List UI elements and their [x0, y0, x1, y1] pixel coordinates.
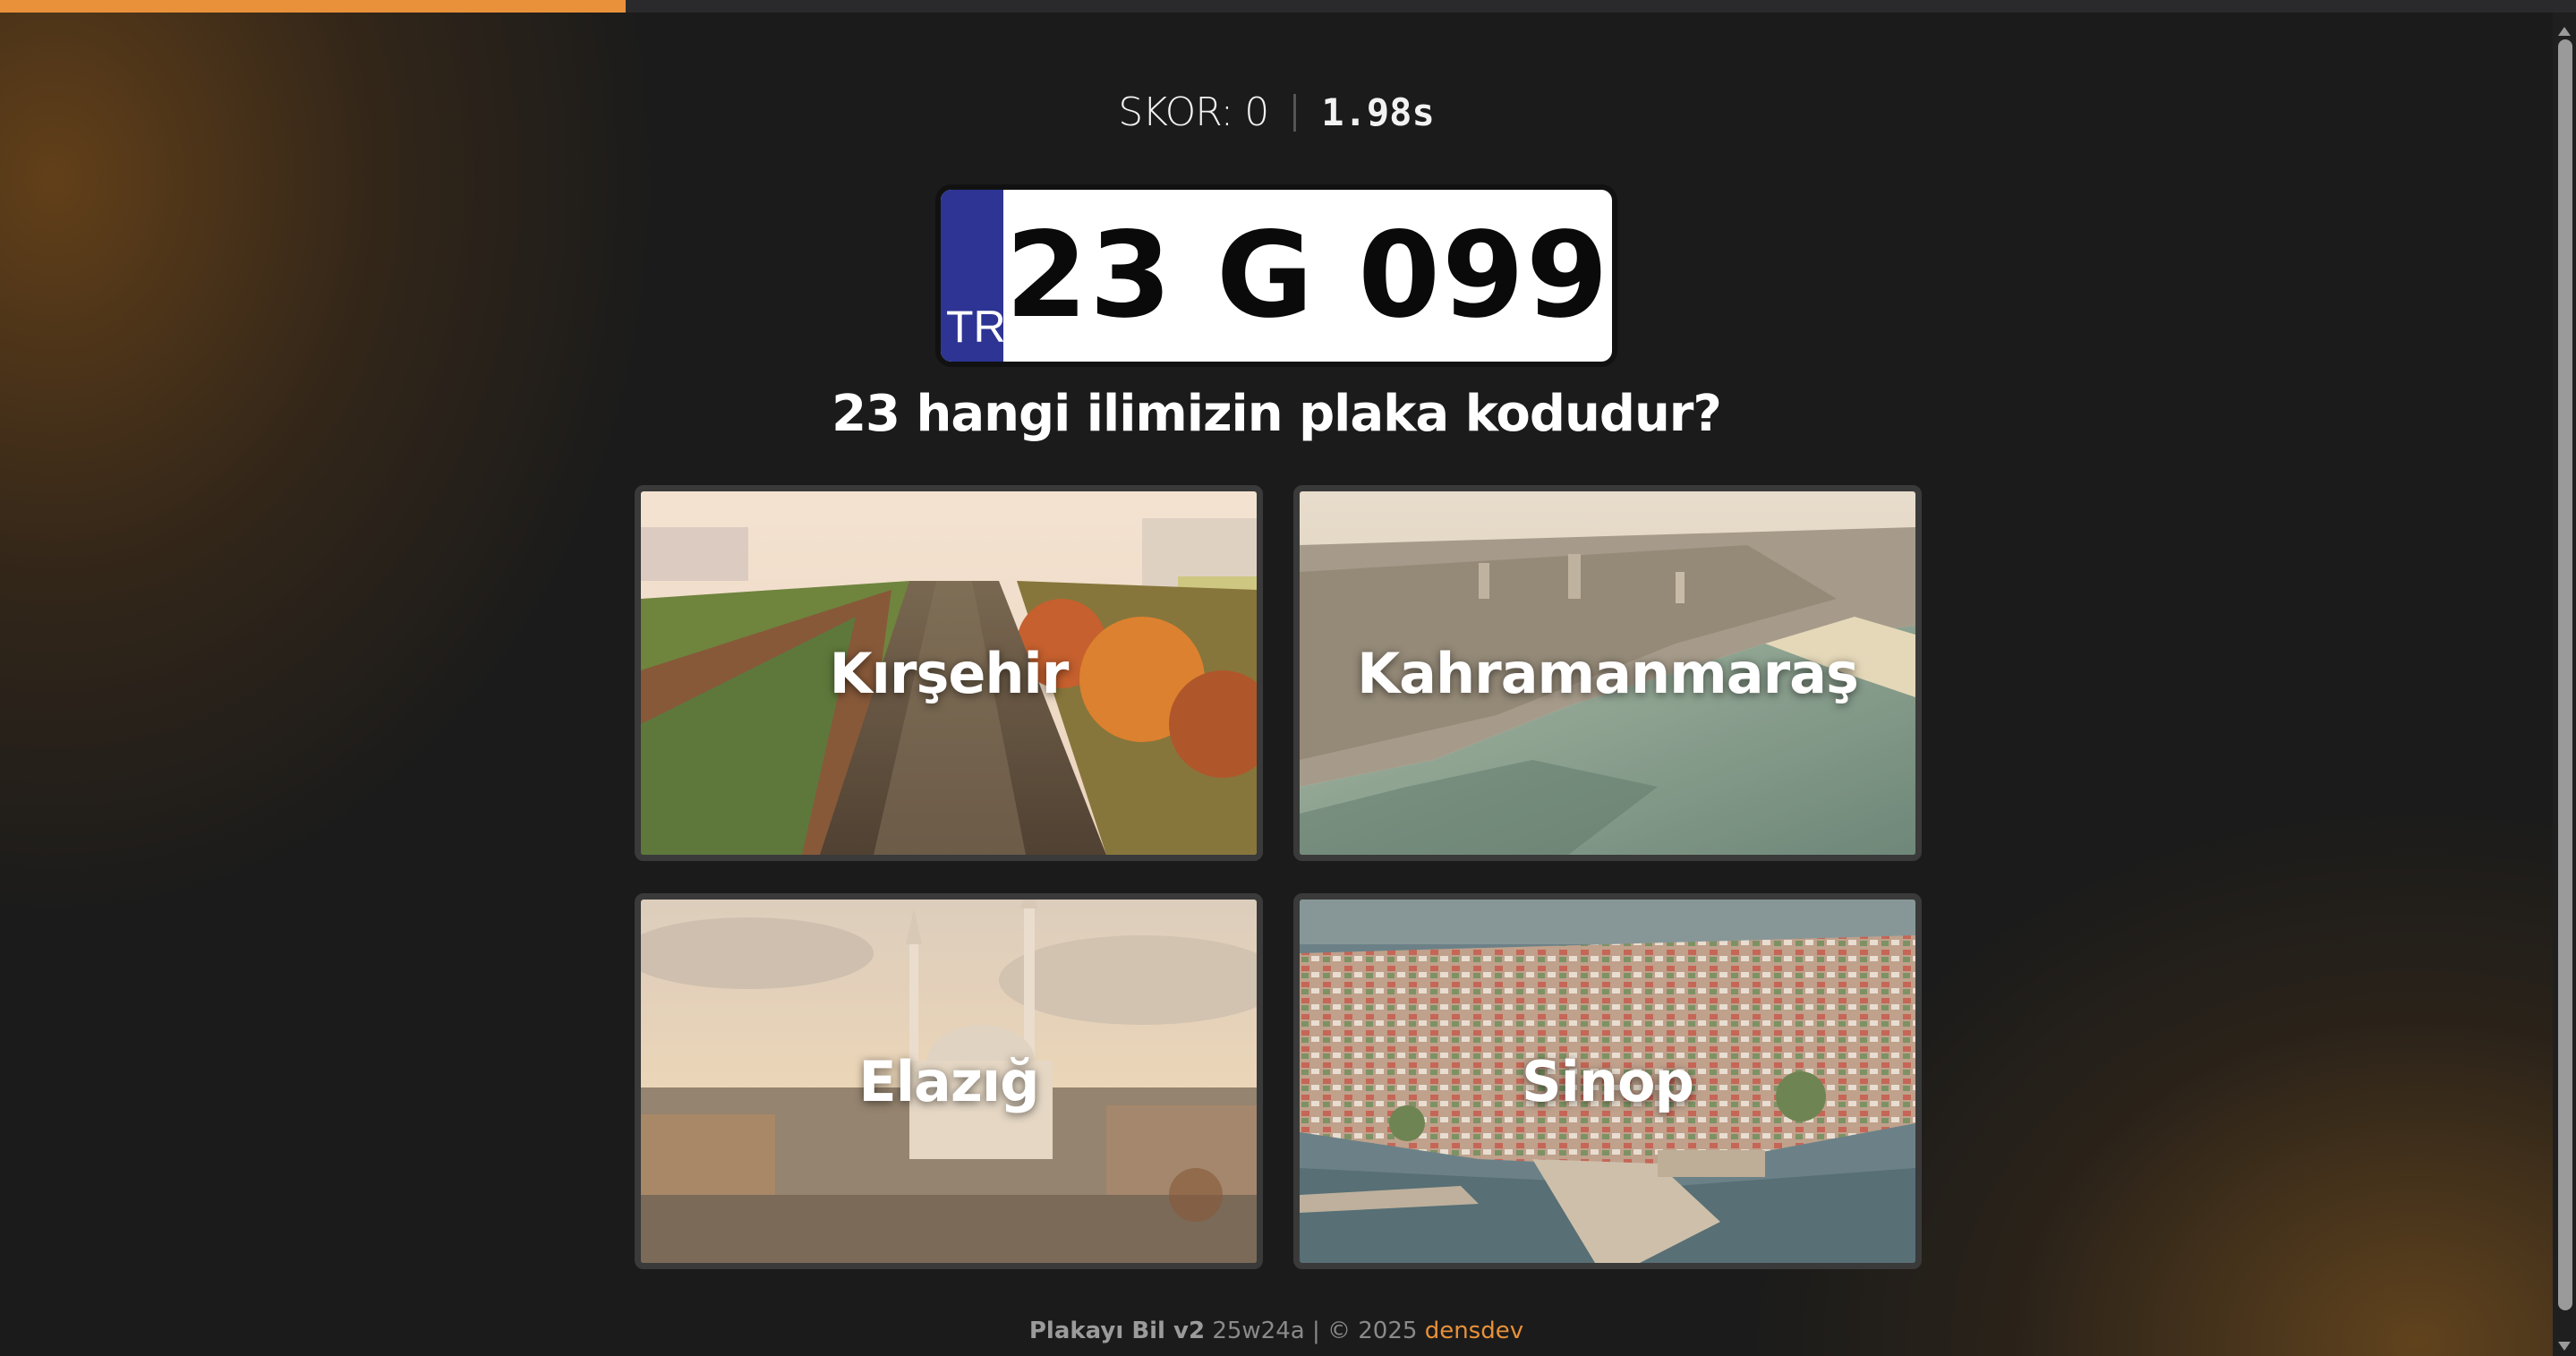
- footer-brand: Plakayı Bil v2: [1028, 1318, 1206, 1344]
- footer: Plakayı Bil v2 25w24a | © 2025 densdev: [0, 1318, 2553, 1344]
- score-divider: [1293, 93, 1297, 132]
- timer-progress-bar: [0, 0, 627, 13]
- plate-country-band: TR: [941, 190, 1006, 362]
- option-label: Kahramanmaraş: [1357, 640, 1859, 706]
- footer-version: 25w24a: [1212, 1318, 1305, 1344]
- plate-number: 23 G 099: [1005, 207, 1610, 345]
- footer-copyright: | © 2025: [1304, 1318, 1425, 1344]
- footer-author-link[interactable]: densdev: [1425, 1318, 1523, 1344]
- scroll-down-icon[interactable]: [2558, 1342, 2571, 1351]
- answer-option-3[interactable]: Elazığ: [635, 893, 1263, 1269]
- game-screen: SKOR: 0 1.98s TR 23 G 099 23 hangi ilimi…: [0, 0, 2576, 1356]
- plate-country-code: TR: [946, 302, 1006, 352]
- answer-option-4[interactable]: Sinop: [1293, 893, 1922, 1269]
- option-label: Kırşehir: [829, 640, 1070, 706]
- score-bar: SKOR: 0 1.98s: [0, 90, 2553, 135]
- question-text: 23 hangi ilimizin plaka kodudur?: [832, 385, 1722, 443]
- timer-readout: 1.98s: [1321, 90, 1435, 134]
- answer-option-1[interactable]: Kırşehir: [635, 485, 1263, 861]
- scrollbar[interactable]: [2553, 13, 2576, 1356]
- answer-option-2[interactable]: Kahramanmaraş: [1293, 485, 1922, 861]
- score-label: SKOR: 0: [1118, 90, 1269, 135]
- scroll-thumb[interactable]: [2558, 39, 2572, 1310]
- option-label: Sinop: [1521, 1048, 1694, 1114]
- scroll-up-icon[interactable]: [2558, 27, 2571, 36]
- timer-progress-track: [0, 0, 2576, 13]
- option-label: Elazığ: [858, 1048, 1039, 1114]
- license-plate: TR 23 G 099: [935, 184, 1617, 367]
